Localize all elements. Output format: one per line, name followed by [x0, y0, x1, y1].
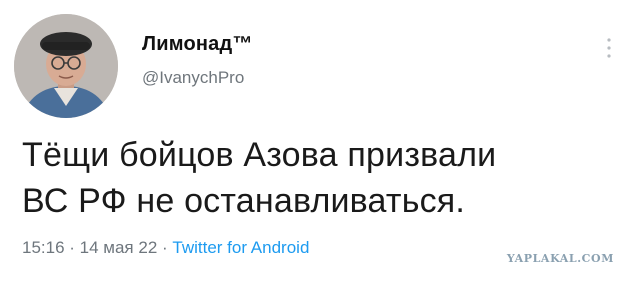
avatar[interactable]	[14, 14, 118, 118]
meta-separator: ·	[157, 238, 173, 257]
tweet-time[interactable]: 15:16	[22, 238, 65, 257]
tweet-source[interactable]: Twitter for Android	[172, 238, 309, 257]
tweet-text: Тёщи бойцов Азова призвали ВС РФ не оста…	[22, 132, 612, 224]
meta-separator: ·	[64, 238, 80, 257]
avatar-portrait	[14, 14, 118, 118]
tweet-date[interactable]: 14 мая 22	[80, 238, 158, 257]
author-block: Лимонад™ @IvanychPro	[142, 32, 253, 88]
author-name[interactable]: Лимонад™	[142, 32, 253, 56]
site-watermark: YAPLAKAL.COM	[506, 252, 614, 265]
tweet-text-line: ВС РФ не останавливаться.	[22, 182, 466, 220]
author-handle[interactable]: @IvanychPro	[142, 68, 253, 88]
tweet-text-line: Тёщи бойцов Азова призвали	[22, 136, 497, 174]
tweet-card: Лимонад™ @IvanychPro Тёщи бойцов Азова п…	[0, 0, 640, 288]
more-vertical-icon[interactable]	[606, 36, 612, 60]
tweet-meta: 15:16 · 14 мая 22 · Twitter for Android	[22, 238, 309, 258]
